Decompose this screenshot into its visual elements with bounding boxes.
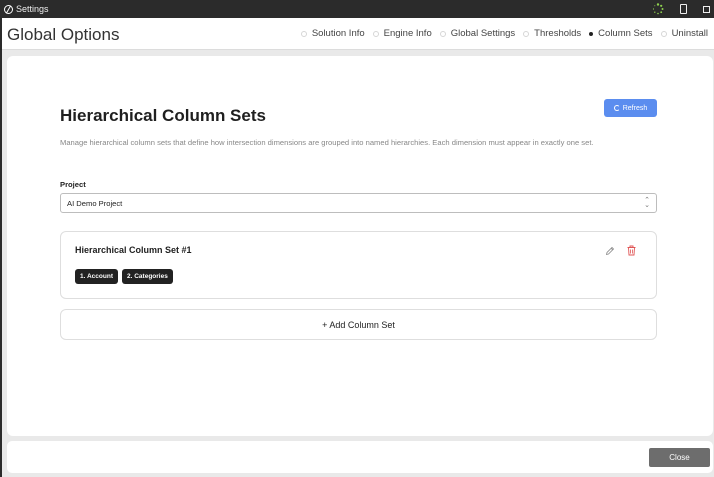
step-indicator-icon	[372, 30, 379, 37]
close-button[interactable]: Close	[649, 448, 710, 467]
step-indicator-icon	[589, 31, 594, 36]
project-label: Project	[60, 180, 86, 189]
step-indicator-icon	[523, 30, 530, 37]
loader-icon	[652, 3, 664, 15]
settings-window: Global Options Solution Info Engine Info…	[2, 18, 714, 477]
column-set-card: Hierarchical Column Set #1 1. Account 2.…	[60, 231, 657, 299]
title-bar: Settings	[0, 0, 714, 18]
nav-label: Solution Info	[311, 28, 365, 39]
step-indicator-icon	[439, 30, 446, 37]
document-icon[interactable]	[680, 4, 687, 14]
nav-item-column-sets[interactable]: Column Sets	[589, 28, 653, 39]
refresh-label: Refresh	[622, 104, 648, 112]
footer: Close	[7, 441, 713, 473]
step-indicator-icon	[660, 30, 667, 37]
step-indicator-icon	[300, 30, 307, 37]
section-description: Manage hierarchical column sets that def…	[60, 138, 594, 147]
nav-label: Global Settings	[450, 28, 516, 39]
refresh-button[interactable]: Refresh	[604, 99, 657, 117]
content-panel: Hierarchical Column Sets Refresh Manage …	[7, 56, 713, 436]
nav-label: Uninstall	[671, 28, 708, 39]
section-title: Hierarchical Column Sets	[60, 106, 266, 125]
project-select[interactable]: AI Demo Project ⌃ ⌄	[60, 193, 657, 213]
dimension-chip: 1. Account	[75, 269, 118, 284]
chevron-updown-icon: ⌃ ⌄	[644, 197, 650, 209]
add-column-set-button[interactable]: + Add Column Set	[60, 309, 657, 340]
nav-label: Column Sets	[598, 28, 653, 39]
nav-label: Thresholds	[534, 28, 582, 39]
nav-item-solution-info[interactable]: Solution Info	[300, 28, 365, 39]
dimension-chip: 2. Categories	[122, 269, 173, 284]
nav-item-global-settings[interactable]: Global Settings	[439, 28, 516, 39]
nav-item-uninstall[interactable]: Uninstall	[660, 28, 708, 39]
refresh-icon	[613, 105, 620, 111]
app-icon	[4, 4, 13, 14]
column-set-title: Hierarchical Column Set #1	[75, 245, 192, 255]
window-title: Settings	[16, 4, 49, 14]
page-title: Global Options	[7, 25, 120, 44]
nav-item-engine-info[interactable]: Engine Info	[372, 28, 432, 39]
nav-item-thresholds[interactable]: Thresholds	[523, 28, 581, 39]
nav-label: Engine Info	[383, 28, 432, 39]
dimension-chips: 1. Account 2. Categories	[75, 269, 177, 284]
header: Global Options Solution Info Engine Info…	[2, 18, 714, 50]
trash-icon[interactable]	[627, 245, 636, 256]
maximize-icon[interactable]	[703, 5, 710, 13]
pencil-icon[interactable]	[605, 246, 615, 256]
title-bar-controls	[652, 0, 714, 18]
project-select-value: AI Demo Project	[67, 198, 123, 208]
step-nav: Solution Info Engine Info Global Setting…	[293, 28, 708, 39]
